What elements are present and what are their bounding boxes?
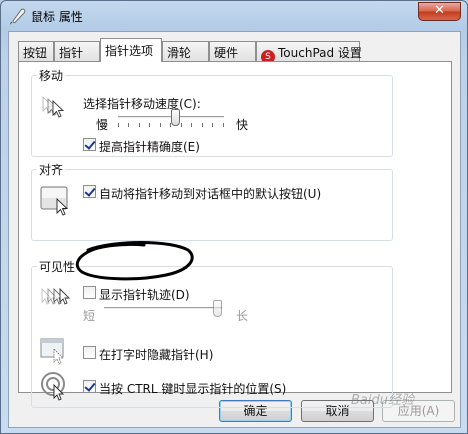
pointer-trails-checkbox[interactable] — [83, 286, 96, 299]
enhance-precision-label: 提高指针精确度(E) — [99, 140, 200, 154]
dialog-client-area: 按钮 指针 指针选项 滑轮 硬件 S TouchPad 设置 移动 选择指针移动… — [8, 31, 461, 428]
motion-group: 移动 选择指针移动速度(C): 慢 快 提高指针精确度(E) — [31, 67, 393, 157]
pointer-speed-icon — [42, 95, 65, 118]
tab-label: 指针选项 — [105, 44, 154, 58]
show-location-icon — [41, 372, 65, 401]
pointer-options-panel: 移动 选择指针移动速度(C): 慢 快 提高指针精确度(E) 对齐 自动将指针移… — [18, 61, 452, 408]
watermark: Baidu经验 — [351, 393, 414, 408]
tab-label: 硬件 — [214, 46, 239, 60]
show-location-ctrl-checkbox[interactable] — [83, 380, 96, 393]
mouse-icon — [10, 8, 26, 25]
trails-long-label: 长 — [236, 309, 249, 323]
tab-label: 滑轮 — [167, 46, 192, 60]
window-title: 鼠标 属性 — [31, 10, 83, 24]
pointer-trails-slider[interactable] — [104, 300, 222, 321]
trails-short-label: 短 — [83, 309, 96, 323]
tab-wheel[interactable]: 滑轮 — [162, 41, 209, 61]
visibility-group-title: 可见性 — [37, 258, 78, 275]
slow-label: 慢 — [96, 118, 109, 132]
snap-to-button-icon — [40, 186, 69, 216]
trails-slider-thumb[interactable] — [213, 300, 222, 317]
fast-label: 快 — [236, 118, 249, 132]
trails-slider-track — [104, 307, 222, 310]
motion-group-title: 移动 — [37, 67, 66, 84]
tab-pointers[interactable]: 指针 — [54, 41, 100, 61]
hide-while-typing-label: 在打字时隐藏指针(H) — [99, 348, 214, 362]
tab-pointer-options[interactable]: 指针选项 — [100, 38, 162, 62]
tab-label: TouchPad 设置 — [278, 46, 362, 60]
hide-pointer-icon — [40, 338, 65, 365]
snap-to-default-label: 自动将指针移动到对话框中的默认按钮(U) — [99, 187, 322, 201]
tab-buttons[interactable]: 按钮 — [18, 41, 54, 61]
tab-label: 按钮 — [23, 46, 48, 60]
enhance-precision-checkbox[interactable] — [83, 138, 96, 151]
tab-label: 指针 — [59, 46, 84, 60]
snap-to-default-checkbox[interactable] — [83, 185, 96, 198]
hide-while-typing-checkbox[interactable] — [83, 346, 96, 359]
title-bar[interactable]: 鼠标 属性 ✕ — [1, 1, 467, 31]
snap-to-group: 对齐 自动将指针移动到对话框中的默认按钮(U) — [31, 161, 393, 241]
visibility-group: 可见性 显示指针轨迹(D) 短 长 在打字时隐藏指针(H) 当按 CTRL 键时… — [31, 258, 393, 408]
close-icon: ✕ — [434, 3, 445, 18]
close-button[interactable]: ✕ — [418, 2, 461, 21]
mouse-properties-window: 鼠标 属性 ✕ 按钮 指针 指针选项 滑轮 硬件 S TouchPad 设置 移动 — [0, 0, 468, 434]
pointer-speed-slider[interactable] — [118, 109, 224, 132]
tab-touchpad-settings[interactable]: S TouchPad 设置 — [256, 41, 362, 64]
snap-to-group-title: 对齐 — [37, 161, 66, 178]
tab-hardware[interactable]: 硬件 — [209, 41, 256, 61]
speed-slider-thumb[interactable] — [171, 109, 180, 126]
pointer-trails-icon — [41, 287, 71, 305]
show-location-ctrl-label: 当按 CTRL 键时显示指针的位置(S) — [99, 382, 287, 396]
